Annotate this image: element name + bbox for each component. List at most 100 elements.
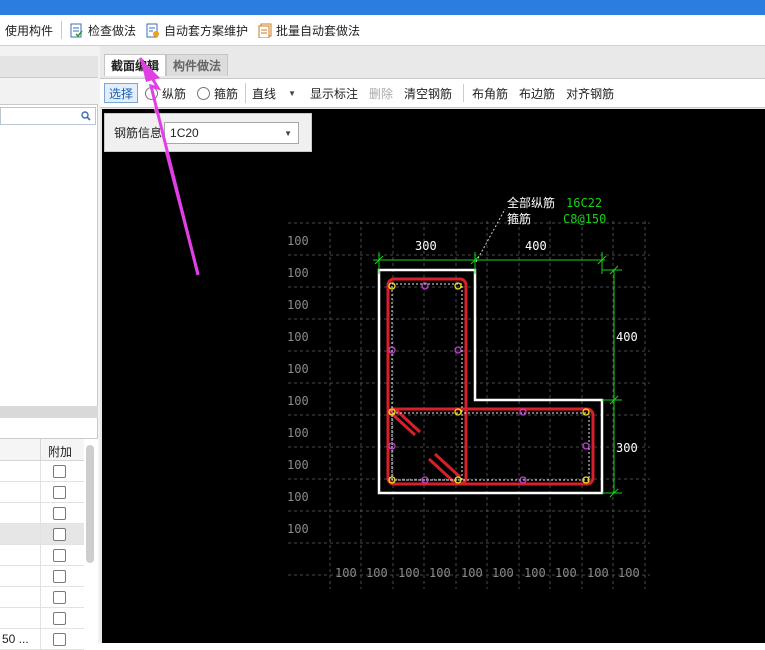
table-row[interactable]: [0, 587, 84, 608]
properties-table: 附加 50 ...: [0, 438, 98, 650]
section-editor-panel: 截面编辑 构件做法 选择 纵筋 箍筋 直线 ▼ 显示标注 删除 清空钢筋 布角筋 …: [100, 46, 765, 643]
all-longitudinal-value: 16C22: [566, 196, 602, 210]
radio-icon: [145, 86, 159, 100]
extra-checkbox[interactable]: [53, 549, 66, 562]
rebar-annotation[interactable]: 全部纵筋 16C22 箍筋 C8@150: [507, 195, 606, 226]
left-panel: 附加 50 ...: [0, 46, 100, 650]
grid-label: 100: [429, 566, 451, 580]
column-divider: [40, 439, 41, 461]
section-drawing[interactable]: 100 100 100 100 100 100 100 100 100 100 …: [102, 103, 765, 643]
table-row[interactable]: [0, 482, 84, 503]
all-longitudinal-label: 全部纵筋: [507, 195, 555, 210]
clear-rebar-button[interactable]: 清空钢筋: [400, 83, 456, 103]
grid-label: 100: [398, 566, 420, 580]
batch-auto-apply-button[interactable]: 批量自动套做法: [253, 15, 365, 45]
rebar-info-label: 钢筋信息: [114, 126, 163, 140]
grid-label: 100: [461, 566, 483, 580]
grid-label: 100: [555, 566, 577, 580]
grid-label: 100: [287, 330, 309, 344]
column-divider: [40, 524, 41, 545]
stirrup-radio[interactable]: 箍筋: [193, 83, 242, 103]
line-type-dropdown[interactable]: 直线 ▼: [245, 83, 302, 103]
select-label: 选择: [109, 86, 134, 101]
column-divider: [40, 503, 41, 524]
table-row[interactable]: [0, 461, 84, 482]
extra-checkbox[interactable]: [53, 465, 66, 478]
extra-checkbox[interactable]: [53, 528, 66, 541]
tab-section-edit-label: 截面编辑: [111, 59, 160, 73]
grid-label: 100: [287, 458, 309, 472]
grid-label: 100: [366, 566, 388, 580]
grid-label: 100: [287, 234, 309, 248]
check-doc-icon: [70, 23, 83, 37]
grid-label: 100: [287, 426, 309, 440]
table-row[interactable]: 50 ...: [0, 629, 84, 650]
edge-rebar-button[interactable]: 布边筋: [515, 83, 559, 103]
grid-label: 100: [618, 566, 640, 580]
extra-checkbox[interactable]: [53, 507, 66, 520]
check-method-button[interactable]: 检查做法: [65, 15, 141, 45]
left-panel-header: [0, 56, 98, 78]
dimension-lines: [373, 252, 622, 498]
stirrups[interactable]: [386, 277, 595, 486]
clear-rebar-label: 清空钢筋: [404, 86, 453, 101]
edge-bar[interactable]: [582, 442, 590, 450]
grid-label: 100: [335, 566, 357, 580]
stirrup-annotation-value: C8@150: [563, 212, 606, 226]
extra-checkbox[interactable]: [53, 570, 66, 583]
stirrup-horizontal[interactable]: [386, 407, 595, 486]
grid-label: 100: [587, 566, 609, 580]
column-divider: [40, 629, 41, 650]
tab-section-edit[interactable]: 截面编辑: [104, 54, 167, 76]
table-scrollbar[interactable]: [86, 445, 94, 563]
tab-component-method[interactable]: 构件做法: [166, 54, 229, 76]
extra-checkbox[interactable]: [53, 591, 66, 604]
longitudinal-radio[interactable]: 纵筋: [141, 83, 190, 103]
auto-plan-maintain-button[interactable]: 自动套方案维护: [141, 15, 253, 45]
show-labels-button[interactable]: 显示标注: [306, 83, 362, 103]
column-divider: [40, 566, 41, 587]
grid-label: 100: [287, 298, 309, 312]
core-lines: [391, 283, 590, 481]
section-toolbar: 选择 纵筋 箍筋 直线 ▼ 显示标注 删除 清空钢筋 布角筋 布边筋 对齐钢筋: [100, 78, 765, 108]
table-row[interactable]: [0, 503, 84, 524]
search-input[interactable]: [0, 107, 96, 125]
tab-component-method-label: 构件做法: [173, 59, 222, 73]
auto-plan-maintain-label: 自动套方案维护: [164, 23, 249, 38]
rebar-info-select[interactable]: 1C20 ▼: [164, 121, 300, 144]
grid-label: 100: [492, 566, 514, 580]
delete-label: 删除: [369, 86, 394, 101]
table-row[interactable]: [0, 566, 84, 587]
table-row[interactable]: [0, 608, 84, 629]
grid-label: 100: [287, 362, 309, 376]
stirrup-vertical[interactable]: [386, 277, 468, 486]
extra-checkbox[interactable]: [53, 486, 66, 499]
use-component-button[interactable]: 使用构件: [0, 15, 58, 45]
extra-checkbox[interactable]: [53, 633, 66, 646]
chevron-down-icon: ▼: [284, 128, 293, 138]
search-icon[interactable]: [81, 111, 91, 121]
corner-rebar-button[interactable]: 布角筋: [468, 83, 512, 103]
column-divider: [40, 461, 41, 482]
extra-checkbox[interactable]: [53, 612, 66, 625]
edge-rebar-label: 布边筋: [519, 86, 556, 101]
table-row[interactable]: [0, 524, 84, 545]
show-labels-label: 显示标注: [309, 86, 358, 101]
use-component-label: 使用构件: [5, 23, 54, 38]
line-type-value: 直线: [252, 86, 277, 101]
annotation-leader: [475, 208, 506, 263]
table-header: 附加: [0, 439, 84, 461]
table-row[interactable]: [0, 545, 84, 566]
select-button[interactable]: 选择: [104, 83, 139, 103]
delete-button[interactable]: 删除: [365, 83, 397, 103]
stirrup-annotation-label: 箍筋: [507, 211, 531, 226]
section-canvas[interactable]: 100 100 100 100 100 100 100 100 100 100 …: [102, 103, 765, 643]
batch-auto-icon: [258, 23, 272, 38]
section-outline[interactable]: [377, 268, 604, 495]
toolbar-divider: [61, 21, 63, 39]
align-rebar-button[interactable]: 对齐钢筋: [562, 83, 618, 103]
left-panel-splitter[interactable]: [0, 406, 98, 418]
column-divider: [40, 482, 41, 503]
chevron-down-icon: ▼: [288, 88, 296, 98]
check-method-label: 检查做法: [88, 23, 137, 38]
